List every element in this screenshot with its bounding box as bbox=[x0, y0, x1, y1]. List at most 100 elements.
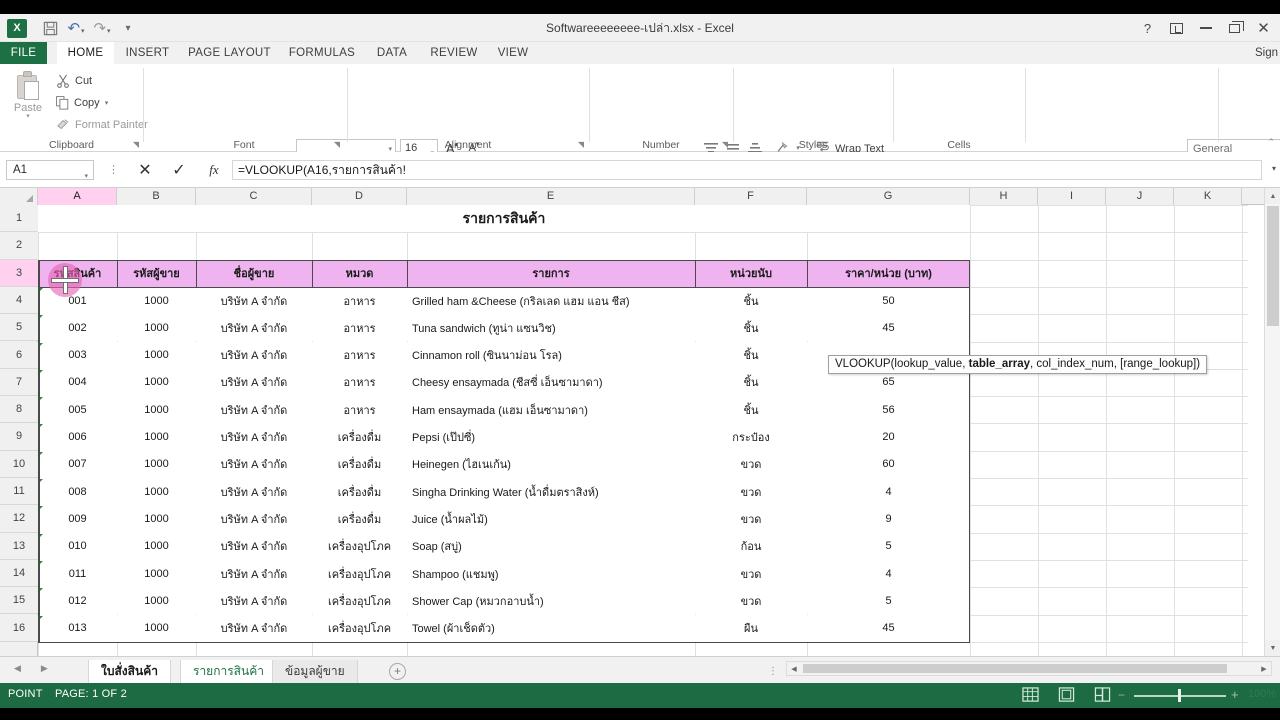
cell-unit[interactable]: กระป๋อง bbox=[695, 423, 807, 451]
cell-code[interactable]: 004 bbox=[38, 368, 117, 397]
cell-item[interactable]: Singha Drinking Water (น้ำดื่มตราสิงห์) bbox=[407, 478, 695, 506]
paste-button[interactable]: Paste ▾ bbox=[6, 68, 50, 130]
cell-price[interactable]: 5 bbox=[807, 587, 970, 615]
save-icon[interactable] bbox=[37, 16, 63, 40]
header-cell-1[interactable]: รหัสสินค้า bbox=[38, 259, 117, 287]
header-cell-4[interactable]: หมวด bbox=[312, 259, 407, 287]
cell-vendor[interactable]: บริษัท A จำกัด bbox=[196, 532, 312, 560]
cell-category[interactable]: เครื่องดื่ม bbox=[312, 505, 407, 533]
header-cell-6[interactable]: หน่วยนับ bbox=[695, 259, 807, 287]
horizontal-scroll-thumb[interactable] bbox=[803, 664, 1227, 673]
sheet-nav-next-icon[interactable]: ▶ bbox=[41, 663, 48, 674]
cell-vendor-code[interactable]: 1000 bbox=[117, 396, 196, 424]
cell-vendor[interactable]: บริษัท A จำกัด bbox=[196, 314, 312, 342]
collapse-ribbon-icon[interactable]: ⌃ bbox=[1267, 137, 1275, 148]
cell-vendor-code[interactable]: 1000 bbox=[117, 587, 196, 615]
zoom-in-button[interactable]: + bbox=[1231, 687, 1239, 702]
cell-unit[interactable]: ชิ้น bbox=[695, 341, 807, 369]
row-header-1[interactable]: 1 bbox=[0, 205, 38, 233]
cell-price[interactable]: 4 bbox=[807, 478, 970, 506]
header-cell-5[interactable]: รายการ bbox=[407, 259, 695, 287]
cell-code[interactable]: 003 bbox=[38, 341, 117, 369]
cell-price[interactable]: 50 bbox=[807, 286, 970, 315]
cell-vendor-code[interactable]: 1000 bbox=[117, 341, 196, 369]
sheet-tab-resize-grip[interactable]: ⋮ bbox=[768, 666, 778, 677]
add-sheet-button[interactable]: + bbox=[389, 663, 406, 680]
cell-category[interactable]: เครื่องอุปโภค bbox=[312, 587, 407, 615]
sheet-nav-prev-icon[interactable]: ◀ bbox=[14, 663, 21, 674]
clipboard-dialog-launcher-icon[interactable]: ◥ bbox=[133, 140, 139, 149]
cell-code[interactable]: 005 bbox=[38, 396, 117, 424]
customize-quick-access-toolbar-icon[interactable]: ▾ bbox=[115, 16, 141, 40]
cell-vendor-code[interactable]: 1000 bbox=[117, 368, 196, 397]
format-painter-button[interactable]: Format Painter bbox=[56, 116, 148, 134]
copy-dropdown-icon[interactable]: ▾ bbox=[105, 99, 109, 107]
vertical-scroll-thumb[interactable] bbox=[1267, 206, 1279, 326]
tab-view[interactable]: VIEW bbox=[490, 42, 536, 64]
cell-item[interactable]: Shower Cap (หมวกอาบน้ำ) bbox=[407, 587, 695, 615]
cell-vendor-code[interactable]: 1000 bbox=[117, 450, 196, 478]
row-header-9[interactable]: 9 bbox=[0, 423, 38, 451]
expand-formula-bar-icon[interactable]: ▾ bbox=[1272, 164, 1276, 173]
cell-vendor-code[interactable]: 1000 bbox=[117, 478, 196, 506]
cell-category[interactable]: อาหาร bbox=[312, 314, 407, 342]
cell-code[interactable]: 012 bbox=[38, 587, 117, 615]
cell-item[interactable]: Cinnamon roll (ซินนาม่อน โรล) bbox=[407, 341, 695, 369]
cell-vendor[interactable]: บริษัท A จำกัด bbox=[196, 505, 312, 533]
cell-vendor[interactable]: บริษัท A จำกัด bbox=[196, 587, 312, 615]
cell-category[interactable]: เครื่องอุปโภค bbox=[312, 614, 407, 642]
number-dialog-launcher-icon[interactable]: ◥ bbox=[722, 140, 728, 149]
vertical-scrollbar[interactable]: ▲ ▼ bbox=[1264, 188, 1280, 656]
cell-code[interactable]: 002 bbox=[38, 314, 117, 342]
scroll-left-icon[interactable]: ◀ bbox=[787, 662, 801, 675]
row-header-13[interactable]: 13 bbox=[0, 532, 38, 560]
cell-code[interactable]: 013 bbox=[38, 614, 117, 642]
cut-button[interactable]: Cut bbox=[56, 72, 92, 90]
cell-item[interactable]: Juice (น้ำผลไม้) bbox=[407, 505, 695, 533]
cell-vendor-code[interactable]: 1000 bbox=[117, 614, 196, 642]
cell-vendor[interactable]: บริษัท A จำกัด bbox=[196, 450, 312, 478]
page-break-preview-button[interactable] bbox=[1094, 687, 1111, 703]
header-cell-2[interactable]: รหัสผู้ขาย bbox=[117, 259, 196, 287]
cell-item[interactable]: Ham ensaymada (แฮม เอ็นซามาดา) bbox=[407, 396, 695, 424]
undo-icon[interactable]: ↶ ▾ bbox=[63, 16, 89, 40]
formula-bar-grip[interactable]: ⋮ bbox=[108, 163, 119, 176]
cancel-formula-icon[interactable]: ✕ bbox=[134, 160, 156, 180]
zoom-out-button[interactable]: − bbox=[1118, 688, 1125, 702]
cell-unit[interactable]: ขวด bbox=[695, 505, 807, 533]
cell-code[interactable]: 009 bbox=[38, 505, 117, 533]
cell-item[interactable]: Shampoo (แชมพู) bbox=[407, 559, 695, 588]
cell-code[interactable]: 007 bbox=[38, 450, 117, 478]
cell-category[interactable]: เครื่องอุปโภค bbox=[312, 559, 407, 588]
name-box[interactable]: A1 ▾ bbox=[6, 160, 94, 180]
cell-vendor-code[interactable]: 1000 bbox=[117, 314, 196, 342]
header-cell-3[interactable]: ชื่อผู้ขาย bbox=[196, 259, 312, 287]
cell-vendor-code[interactable]: 1000 bbox=[117, 423, 196, 451]
cell-price[interactable]: 9 bbox=[807, 505, 970, 533]
cell-vendor-code[interactable]: 1000 bbox=[117, 505, 196, 533]
column-header-d[interactable]: D bbox=[312, 188, 407, 205]
cell-vendor[interactable]: บริษัท A จำกัด bbox=[196, 368, 312, 397]
row-header-11[interactable]: 11 bbox=[0, 478, 38, 506]
cell-category[interactable]: เครื่องอุปโภค bbox=[312, 532, 407, 560]
cell-unit[interactable]: ขวด bbox=[695, 587, 807, 615]
copy-button[interactable]: Copy ▾ bbox=[56, 94, 108, 112]
tab-formulas[interactable]: FORMULAS bbox=[284, 42, 360, 64]
column-header-i[interactable]: I bbox=[1038, 188, 1106, 205]
column-header-b[interactable]: B bbox=[117, 188, 196, 205]
name-box-dropdown-icon[interactable]: ▾ bbox=[84, 167, 88, 186]
column-header-f[interactable]: F bbox=[695, 188, 807, 205]
row-header-15[interactable]: 15 bbox=[0, 587, 38, 615]
cell-category[interactable]: เครื่องดื่ม bbox=[312, 423, 407, 451]
sign-in-button[interactable]: Sign bbox=[1255, 42, 1278, 64]
cell-price[interactable]: 5 bbox=[807, 532, 970, 560]
cell-price[interactable]: 60 bbox=[807, 450, 970, 478]
cell-item[interactable]: Pepsi (เป๊ปซี่) bbox=[407, 423, 695, 451]
cell-item[interactable]: Towel (ผ้าเช็ดตัว) bbox=[407, 614, 695, 642]
row-header-4[interactable]: 4 bbox=[0, 286, 38, 315]
column-header-j[interactable]: J bbox=[1106, 188, 1174, 205]
cell-code[interactable]: 011 bbox=[38, 559, 117, 588]
cell-unit[interactable]: ชิ้น bbox=[695, 368, 807, 397]
scroll-up-icon[interactable]: ▲ bbox=[1265, 188, 1280, 204]
scroll-right-icon[interactable]: ▶ bbox=[1257, 662, 1271, 675]
